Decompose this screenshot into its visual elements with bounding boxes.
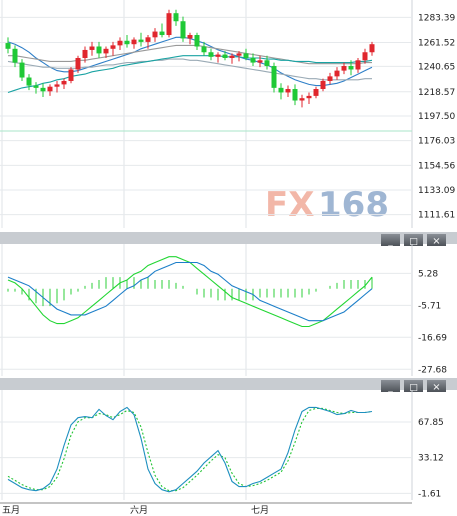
candle-body (229, 55, 235, 58)
candle-body (334, 70, 340, 77)
candle-body (299, 98, 305, 101)
candle-body (61, 80, 67, 85)
candle-body (47, 86, 53, 92)
restore-icon: □ (409, 383, 418, 393)
candle-body (201, 46, 207, 53)
y-tick-label: 1133.09 (418, 186, 455, 196)
y-tick-label: 1197.50 (418, 112, 455, 122)
candle-body (348, 66, 354, 70)
candle-body (362, 52, 368, 61)
candle-body (250, 57, 256, 63)
minimize-icon: _ (387, 383, 393, 393)
macd-dea-line (7, 261, 373, 322)
y-tick-label: 1240.65 (418, 62, 455, 72)
candle-body (313, 89, 319, 96)
candle-body (152, 31, 158, 38)
macd-axis: 5.28 -5.71 -16.69 -27.68 (418, 269, 447, 375)
candle-body (173, 13, 179, 22)
candle-body (194, 35, 200, 47)
watermark-num: 168 (318, 185, 389, 225)
macd-lines (7, 256, 373, 328)
y-tick-label: 33.12 (418, 454, 444, 464)
candle-body (54, 84, 60, 87)
candle-body (166, 13, 172, 36)
candle-body (5, 43, 11, 49)
y-tick-label: -27.68 (418, 365, 447, 375)
x-tick-may: 五月 (2, 505, 20, 516)
restore-icon: □ (409, 237, 418, 247)
x-tick-july: 七月 (251, 505, 269, 516)
candle-body (68, 69, 74, 81)
candle-body (117, 40, 123, 46)
candle-body (271, 66, 277, 88)
candle-body (131, 39, 137, 45)
candle-body (89, 46, 95, 50)
candle-body (292, 89, 298, 101)
candle-body (19, 62, 25, 78)
candle-body (12, 48, 18, 63)
y-tick-label: -16.69 (418, 333, 447, 343)
candle-body (159, 31, 165, 36)
y-tick-label: 1283.39 (418, 13, 455, 23)
candle-body (306, 95, 312, 99)
candle (68, 67, 74, 84)
x-tick-june: 六月 (130, 504, 148, 516)
y-tick-label: -1.61 (418, 489, 441, 499)
y-tick-label: 5.28 (418, 269, 438, 279)
candle-body (278, 87, 284, 93)
fx168-watermark: FX 168 (265, 185, 389, 225)
stochastic-window-controls: _ □ × (381, 380, 446, 393)
macd-dif-line (7, 256, 373, 328)
chart-canvas: FX 168 1283.39 1261.52 1240.65 1218.57 1197.… (0, 0, 457, 516)
candle-body (264, 60, 270, 67)
stochastic-grid (0, 390, 413, 500)
y-tick-label: 1261.52 (418, 38, 455, 48)
candle-body (180, 21, 186, 39)
y-tick-label: 1111.61 (418, 211, 455, 221)
macd-grid (0, 244, 413, 376)
candle-body (285, 89, 291, 93)
macd-window-controls: _ □ × (381, 234, 446, 247)
candle-body (138, 39, 144, 42)
candle-body (124, 40, 130, 45)
candle-body (82, 49, 88, 58)
price-axis: 1283.39 1261.52 1240.65 1218.57 1197.50 1176.… (418, 13, 455, 220)
candle-body (187, 35, 193, 39)
candle-body (40, 87, 46, 92)
candle-body (320, 80, 326, 90)
y-tick-label: 1154.56 (418, 161, 455, 171)
candle-body (222, 54, 228, 58)
y-tick-label: 1176.03 (418, 137, 455, 147)
stoch-k-line (7, 406, 373, 493)
y-tick-label: 67.85 (418, 418, 444, 428)
stochastic-lines (7, 406, 373, 493)
macd-histogram (7, 277, 373, 307)
candle-body (75, 57, 81, 70)
candle-body (110, 45, 116, 49)
minimize-icon: _ (387, 237, 393, 247)
y-tick-label: 1218.57 (418, 88, 455, 98)
candle-body (208, 52, 214, 57)
close-icon: × (432, 382, 440, 393)
candle-body (26, 77, 32, 86)
candle-body (236, 53, 242, 56)
candle-body (103, 48, 109, 54)
candle-body (33, 85, 39, 88)
candle-body (243, 53, 249, 58)
watermark-fx: FX (265, 185, 314, 225)
candle-body (215, 54, 221, 57)
close-icon: × (432, 236, 440, 247)
candle-body (355, 60, 361, 70)
candle (166, 9, 172, 38)
candle-body (257, 60, 263, 63)
candle-body (369, 44, 375, 53)
candle-body (341, 66, 347, 71)
stochastic-axis: 67.85 33.12 -1.61 (418, 418, 444, 499)
candle-body (96, 46, 102, 54)
candle-body (145, 37, 151, 42)
y-tick-label: -5.71 (418, 301, 441, 311)
candle-body (327, 76, 333, 81)
